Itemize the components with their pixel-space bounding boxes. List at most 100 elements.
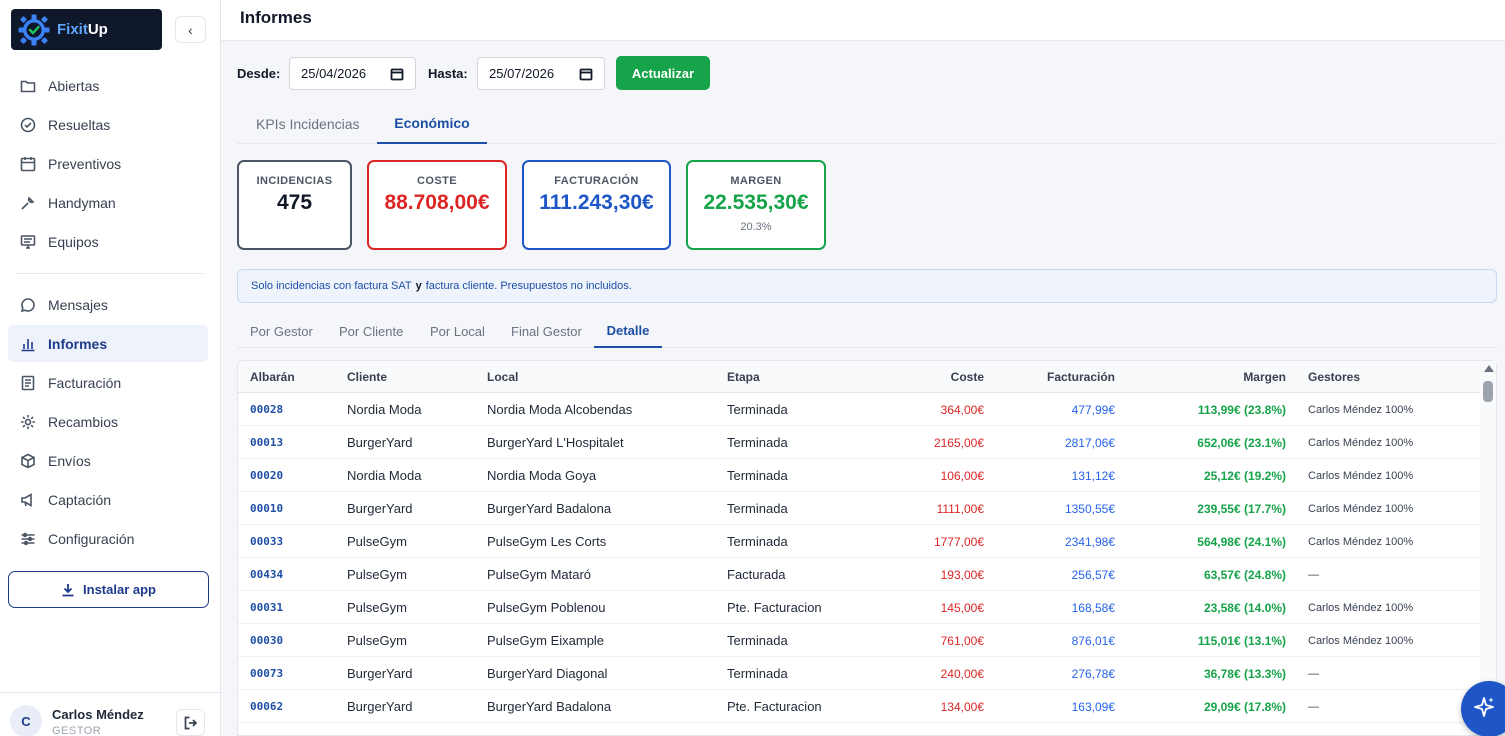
subtab-final-gestor[interactable]: Final Gestor (511, 314, 582, 348)
table-row[interactable]: 00013 BurgerYard BurgerYard L'Hospitalet Te… (238, 426, 1482, 459)
cell-albaran[interactable]: 00010 (250, 502, 283, 515)
table-row[interactable]: 00434 PulseGym PulseGym Mataró Facturada 193… (238, 558, 1482, 591)
sidebar-item-envios[interactable]: Envíos (8, 442, 208, 479)
col-header-etapa[interactable]: Etapa (727, 370, 760, 384)
cell-etapa: Terminada (727, 633, 788, 648)
notice-text-2: factura cliente. Presupuestos no incluid… (425, 280, 632, 292)
kpi-card-coste: COSTE 88.708,00€ (367, 160, 507, 250)
kpi-card-incidencias: INCIDENCIAS 475 (237, 160, 352, 250)
kpi-card-margen: MARGEN 22.535,30€ 20.3% (686, 160, 826, 250)
table-row[interactable]: 00073 BurgerYard BurgerYard Diagonal Termin… (238, 657, 1482, 690)
sidebar-item-label: Recambios (48, 413, 119, 430)
cell-albaran[interactable]: 00028 (250, 403, 283, 416)
sidebar-item-abiertas[interactable]: Abiertas (8, 67, 208, 104)
cell-albaran[interactable]: 00033 (250, 535, 283, 548)
col-header-coste[interactable]: Coste (951, 370, 984, 384)
sidebar-item-captacion[interactable]: Captación (8, 481, 208, 518)
cell-albaran[interactable]: 00013 (250, 436, 283, 449)
cell-margen: 239,55€ (17.7%) (1197, 502, 1286, 516)
sidebar-item-preventivos[interactable]: Preventivos (8, 145, 208, 182)
sidebar-item-informes[interactable]: Informes (8, 325, 208, 362)
cell-margen: 63,57€ (24.8%) (1203, 568, 1286, 582)
col-header-margen[interactable]: Margen (1243, 370, 1286, 384)
cell-gestores: Carlos Méndez 100% (1308, 437, 1414, 449)
col-header-cliente[interactable]: Cliente (347, 370, 387, 384)
sidebar-item-facturacion[interactable]: Facturación (8, 364, 208, 401)
sidebar-item-mensajes[interactable]: Mensajes (8, 286, 208, 323)
cell-facturacion: 168,58€ (1071, 601, 1115, 615)
update-button[interactable]: Actualizar (616, 56, 710, 90)
cell-local: BurgerYard Badalona (487, 501, 612, 516)
col-header-albaran[interactable]: Albarán (250, 370, 295, 384)
table-row[interactable]: 00010 BurgerYard BurgerYard Badalona Termin… (238, 492, 1482, 525)
cell-facturacion: 2817,06€ (1064, 436, 1115, 450)
tab-economico[interactable]: Económico (377, 103, 487, 144)
cell-albaran[interactable]: 00073 (250, 667, 283, 680)
cell-coste: 364,00€ (940, 403, 984, 417)
subtab-por-cliente[interactable]: Por Cliente (339, 314, 403, 348)
sidebar-item-label: Configuración (48, 530, 135, 547)
ai-assistant-button[interactable] (1461, 681, 1505, 736)
cell-local: BurgerYard L'Hospitalet (487, 435, 624, 450)
cell-albaran[interactable]: 00062 (250, 700, 283, 713)
table-scrollbar[interactable] (1480, 361, 1496, 736)
nav-primary: Abiertas Resueltas Preventivos Handyman … (8, 67, 208, 262)
sliders-icon (21, 532, 35, 545)
table-row[interactable]: 00062 BurgerYard BurgerYard Badalona Pte. F… (238, 690, 1482, 723)
col-header-facturacion[interactable]: Facturación (1047, 370, 1115, 384)
col-header-local[interactable]: Local (487, 370, 518, 384)
scrollbar-thumb[interactable] (1483, 381, 1493, 402)
sidebar-item-configuracion[interactable]: Configuración (8, 520, 208, 557)
document-icon (21, 375, 35, 390)
info-notice: Solo incidencias con factura SAT y factu… (237, 269, 1497, 303)
cell-coste: 145,00€ (940, 601, 984, 615)
kpi-margin-percent: 20.3% (740, 221, 772, 233)
cell-gestores: Carlos Méndez 100% (1308, 404, 1414, 416)
tab-kpis-incidencias[interactable]: KPIs Incidencias (256, 103, 360, 144)
kpi-value: 475 (276, 191, 313, 214)
sidebar-item-resueltas[interactable]: Resueltas (8, 106, 208, 143)
cell-facturacion: 477,99€ (1071, 403, 1115, 417)
table-row[interactable]: 00030 PulseGym PulseGym Eixample Terminada 7… (238, 624, 1482, 657)
table-row[interactable]: 00020 Nordia Moda Nordia Moda Goya Terminad… (238, 459, 1482, 492)
message-icon (20, 297, 35, 312)
install-app-button[interactable]: Instalar app (8, 571, 209, 608)
from-date-input[interactable]: 25/04/2026 (289, 57, 416, 90)
table-row[interactable]: 00033 PulseGym PulseGym Les Corts Terminada… (238, 525, 1482, 558)
cell-etapa: Facturada (727, 567, 786, 582)
table-header: Albarán Cliente Local Etapa Coste Factur… (238, 361, 1482, 393)
calendar-icon (20, 156, 36, 171)
collapse-sidebar-button[interactable]: ‹ (175, 16, 206, 43)
cell-margen: 115,01€ (13.1%) (1197, 634, 1286, 648)
table-row[interactable]: 00031 PulseGym PulseGym Poblenou Pte. Factu… (238, 591, 1482, 624)
cell-albaran[interactable]: 00030 (250, 634, 283, 647)
subtab-por-gestor[interactable]: Por Gestor (250, 314, 313, 348)
to-date-input[interactable]: 25/07/2026 (477, 57, 605, 90)
col-header-gestores[interactable]: Gestores (1308, 370, 1360, 384)
scroll-up-arrow-icon[interactable] (1484, 365, 1494, 372)
cell-local: BurgerYard Badalona (487, 699, 612, 714)
sidebar-item-recambios[interactable]: Recambios (8, 403, 208, 440)
calendar-icon[interactable] (390, 67, 404, 81)
cell-margen: 36,78€ (13.3%) (1203, 667, 1286, 681)
sidebar-item-label: Captación (48, 491, 112, 508)
table-row[interactable]: 00028 Nordia Moda Nordia Moda Alcobendas Te… (238, 393, 1482, 426)
gear-icon (21, 414, 35, 429)
calendar-icon[interactable] (579, 67, 593, 81)
sidebar-item-label: Facturación (48, 374, 122, 391)
app-logo[interactable]: FixitUp (11, 9, 162, 50)
kpi-value: 22.535,30€ (703, 191, 809, 214)
sidebar-item-label: Preventivos (48, 155, 122, 172)
subtab-por-local[interactable]: Por Local (430, 314, 485, 348)
cell-cliente: PulseGym (347, 600, 407, 615)
cell-albaran[interactable]: 00434 (250, 568, 283, 581)
sidebar-item-handyman[interactable]: Handyman (8, 184, 208, 221)
kpi-label: FACTURACIÓN (554, 175, 639, 187)
cell-cliente: PulseGym (347, 567, 407, 582)
cell-gestores: Carlos Méndez 100% (1308, 503, 1414, 515)
subtab-detalle[interactable]: Detalle (594, 314, 662, 348)
cell-albaran[interactable]: 00020 (250, 469, 283, 482)
logout-button[interactable] (176, 709, 205, 736)
sidebar-item-equipos[interactable]: Equipos (8, 223, 208, 260)
cell-albaran[interactable]: 00031 (250, 601, 283, 614)
